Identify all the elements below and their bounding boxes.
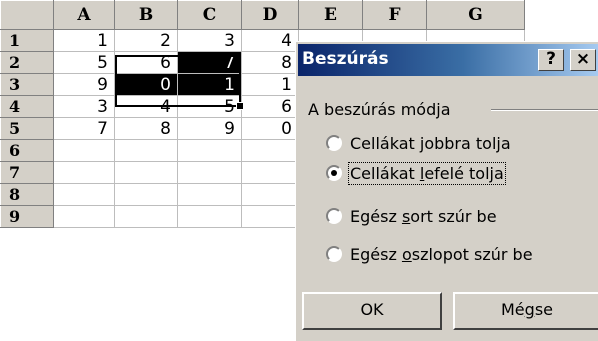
ok-button[interactable]: OK bbox=[302, 292, 442, 330]
row-header[interactable]: 9 bbox=[0, 205, 54, 228]
cell-b7[interactable] bbox=[114, 161, 178, 184]
cell-d5[interactable]: 0 bbox=[241, 117, 299, 140]
cell-c1[interactable]: 3 bbox=[177, 29, 242, 52]
row-header[interactable]: 6 bbox=[0, 139, 54, 162]
row-header[interactable]: 7 bbox=[0, 161, 54, 184]
row-header[interactable]: 8 bbox=[0, 183, 54, 206]
row-header[interactable]: 5 bbox=[0, 117, 54, 140]
cell-d2[interactable]: 8 bbox=[241, 51, 299, 74]
cell-b1[interactable]: 2 bbox=[114, 29, 178, 52]
radio-circle-icon[interactable] bbox=[326, 208, 342, 224]
cell-b4[interactable]: 4 bbox=[114, 95, 178, 118]
column-header-f[interactable]: F bbox=[362, 0, 427, 30]
cell-a5[interactable]: 7 bbox=[53, 117, 115, 140]
cell-d3[interactable]: 1 bbox=[241, 73, 299, 96]
group-label: A beszúrás módja bbox=[308, 100, 457, 119]
cell-d7[interactable] bbox=[241, 161, 299, 184]
radio-selected-icon[interactable] bbox=[326, 165, 342, 181]
cell-c6[interactable] bbox=[177, 139, 242, 162]
cancel-button[interactable]: Mégse bbox=[453, 292, 598, 330]
radio-shift-down[interactable]: Cellákat lefelé tolja bbox=[326, 161, 506, 185]
row-header[interactable]: 2 bbox=[0, 51, 54, 74]
cell-d6[interactable] bbox=[241, 139, 299, 162]
cell-a7[interactable] bbox=[53, 161, 115, 184]
group-divider bbox=[491, 109, 598, 111]
close-button[interactable]: × bbox=[570, 49, 596, 71]
help-button[interactable]: ? bbox=[538, 49, 564, 71]
cell-c2-selected[interactable]: 7 bbox=[177, 51, 242, 74]
cell-c4[interactable]: 5 bbox=[177, 95, 242, 118]
radio-entire-column[interactable]: Egész oszlopot szúr be bbox=[326, 243, 533, 265]
cell-c3-selected[interactable]: 1 bbox=[177, 73, 242, 96]
radio-shift-right[interactable]: Cellákat jobbra tolja bbox=[326, 132, 511, 154]
cell-b9[interactable] bbox=[114, 205, 178, 228]
column-header-row: A B C D E F G bbox=[0, 0, 525, 30]
radio-circle-icon[interactable] bbox=[326, 246, 342, 262]
row-header[interactable]: 4 bbox=[0, 95, 54, 118]
cell-a6[interactable] bbox=[53, 139, 115, 162]
radio-label: Cellákat lefelé tolja bbox=[348, 161, 506, 185]
cell-b5[interactable]: 8 bbox=[114, 117, 178, 140]
column-header-d[interactable]: D bbox=[241, 0, 299, 30]
radio-entire-row[interactable]: Egész sort szúr be bbox=[326, 205, 497, 227]
cell-b3-selected[interactable]: 0 bbox=[114, 73, 178, 96]
cell-c7[interactable] bbox=[177, 161, 242, 184]
radio-circle-icon[interactable] bbox=[326, 135, 342, 151]
row-header[interactable]: 1 bbox=[0, 29, 54, 52]
cell-a3[interactable]: 9 bbox=[53, 73, 115, 96]
cell-b2-active[interactable]: 6 bbox=[114, 51, 178, 74]
column-header-c[interactable]: C bbox=[177, 0, 242, 30]
column-header-b[interactable]: B bbox=[114, 0, 178, 30]
cell-b6[interactable] bbox=[114, 139, 178, 162]
cell-a4[interactable]: 3 bbox=[53, 95, 115, 118]
cell-d4[interactable]: 6 bbox=[241, 95, 299, 118]
column-header-g[interactable]: G bbox=[426, 0, 525, 30]
column-header-a[interactable]: A bbox=[53, 0, 115, 30]
row-header[interactable]: 3 bbox=[0, 73, 54, 96]
radio-label: Cellákat jobbra tolja bbox=[350, 133, 511, 153]
cell-c5[interactable]: 9 bbox=[177, 117, 242, 140]
cell-c8[interactable] bbox=[177, 183, 242, 206]
cell-a2[interactable]: 5 bbox=[53, 51, 115, 74]
cell-d1[interactable]: 4 bbox=[241, 29, 299, 52]
cell-b8[interactable] bbox=[114, 183, 178, 206]
cell-d8[interactable] bbox=[241, 183, 299, 206]
cell-a8[interactable] bbox=[53, 183, 115, 206]
insert-dialog: Beszúrás ? × A beszúrás módja Cellákat j… bbox=[295, 41, 598, 341]
dialog-titlebar[interactable]: Beszúrás ? × bbox=[298, 44, 598, 76]
dialog-title: Beszúrás bbox=[302, 49, 389, 69]
column-header-e[interactable]: E bbox=[298, 0, 363, 30]
cell-d9[interactable] bbox=[241, 205, 299, 228]
cell-a9[interactable] bbox=[53, 205, 115, 228]
cell-c9[interactable] bbox=[177, 205, 242, 228]
radio-label: Egész sort szúr be bbox=[350, 206, 497, 226]
radio-label: Egész oszlopot szúr be bbox=[350, 244, 533, 264]
cell-a1[interactable]: 1 bbox=[53, 29, 115, 52]
select-all-corner[interactable] bbox=[0, 0, 54, 30]
